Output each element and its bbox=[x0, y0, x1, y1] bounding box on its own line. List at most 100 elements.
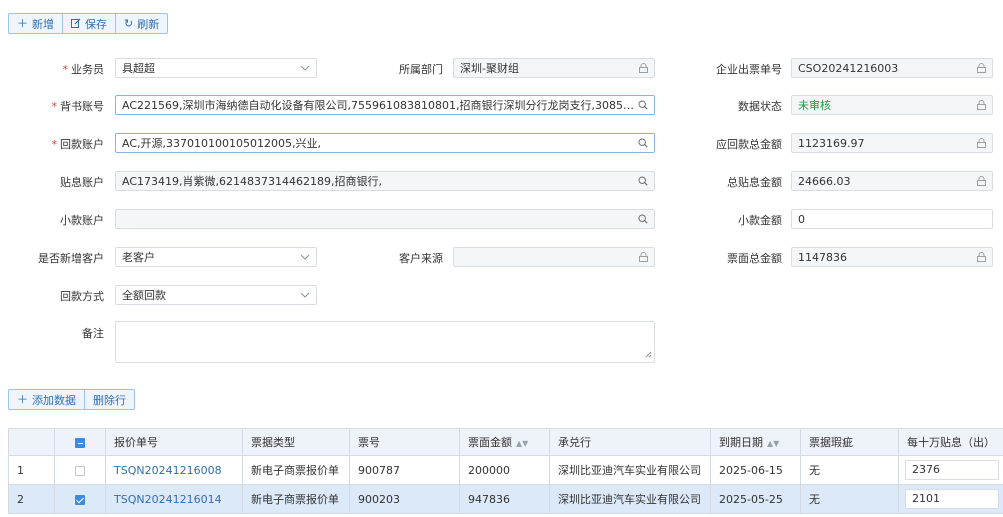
defect-cell: 无 bbox=[800, 455, 899, 485]
lock-icon bbox=[977, 100, 986, 110]
acceptor-cell: 深圳比亚迪汽车实业有限公司 bbox=[549, 484, 711, 514]
index-header bbox=[8, 428, 55, 456]
edit-icon bbox=[71, 18, 81, 30]
row-checkbox[interactable] bbox=[75, 494, 85, 505]
discount-cell: 2376 bbox=[898, 455, 1003, 485]
header-due-date[interactable]: 到期日期 ▲▼ bbox=[710, 428, 801, 456]
discount-account-field[interactable]: AC173419,肖紫微,6214837314462189,招商银行, bbox=[115, 171, 655, 191]
save-button[interactable]: 保存 bbox=[63, 14, 116, 33]
invoice-no-label: 企业出票单号 bbox=[716, 63, 782, 76]
plus-icon: ＋ bbox=[17, 17, 28, 30]
due-date-cell: 2025-05-25 bbox=[710, 484, 801, 514]
header-acceptor: 承兑行 bbox=[549, 428, 711, 456]
sort-icon[interactable]: ▲▼ bbox=[767, 439, 779, 448]
small-amount-label: 小款金额 bbox=[738, 214, 782, 227]
header-defect: 票据瑕疵 bbox=[800, 428, 899, 456]
total-discount-label: 总贴息金额 bbox=[727, 176, 782, 189]
return-account-label: * 回款账户 bbox=[51, 138, 105, 151]
header-bill-type: 票据类型 bbox=[242, 428, 350, 456]
face-amount-cell: 200000 bbox=[459, 455, 550, 485]
discount-cell: 2101 bbox=[898, 484, 1003, 514]
dept-field: 深圳-聚财组 bbox=[453, 58, 655, 78]
new-customer-select[interactable]: 老客户 bbox=[115, 247, 317, 267]
defect-cell: 无 bbox=[800, 484, 899, 514]
discount-input[interactable]: 2376 bbox=[905, 460, 999, 480]
search-icon[interactable] bbox=[638, 176, 648, 186]
bill-no-cell: 900787 bbox=[349, 455, 460, 485]
bill-type-cell: 新电子商票报价单 bbox=[242, 455, 350, 485]
customer-source-label: 客户来源 bbox=[399, 252, 443, 265]
sort-icon[interactable]: ▲▼ bbox=[516, 439, 528, 448]
endorse-account-field[interactable]: AC221569,深圳市海纳德自动化设备有限公司,755961083810801… bbox=[115, 95, 655, 115]
resize-handle-icon[interactable] bbox=[645, 348, 652, 361]
salesman-label: * 业务员 bbox=[62, 63, 105, 76]
remark-textarea[interactable] bbox=[115, 321, 655, 363]
delete-row-button[interactable]: 删除行 bbox=[85, 390, 134, 409]
header-discount-per-100k: 每十万贴息（出） bbox=[898, 428, 1003, 456]
header-quote-no: 报价单号 bbox=[105, 428, 243, 456]
data-status-field: 未审核 bbox=[791, 95, 993, 115]
customer-source-field bbox=[453, 247, 655, 267]
acceptor-cell: 深圳比亚迪汽车实业有限公司 bbox=[549, 455, 711, 485]
lock-icon bbox=[977, 63, 986, 73]
refresh-button[interactable]: ↻ 刷新 bbox=[116, 14, 167, 33]
lock-icon bbox=[977, 176, 986, 186]
row-index: 2 bbox=[8, 484, 55, 514]
discount-input[interactable]: 2101 bbox=[905, 489, 999, 509]
dept-label: 所属部门 bbox=[399, 63, 443, 76]
lock-icon bbox=[977, 138, 986, 148]
total-discount-field: 24666.03 bbox=[791, 171, 993, 191]
add-button[interactable]: ＋新增 bbox=[9, 14, 63, 33]
quote-no-link[interactable]: TSQN20241216008 bbox=[105, 455, 243, 485]
due-date-cell: 2025-06-15 bbox=[710, 455, 801, 485]
search-icon[interactable] bbox=[638, 100, 648, 110]
chevron-down-icon bbox=[300, 254, 310, 260]
receivable-total-field: 1123169.97 bbox=[791, 133, 993, 153]
lock-icon bbox=[977, 252, 986, 262]
grid-header-row: 报价单号 票据类型 票号 票面金额 ▲▼ 承兑行 到期日期 ▲▼ 票据瑕疵 每十万贴… bbox=[8, 428, 1003, 456]
search-icon[interactable] bbox=[638, 138, 648, 148]
form-toolbar: ＋新增 保存 ↻ 刷新 bbox=[8, 13, 169, 34]
data-status-label: 数据状态 bbox=[738, 100, 782, 113]
quote-no-link[interactable]: TSQN20241216014 bbox=[105, 484, 243, 514]
small-amount-input[interactable]: 0 bbox=[791, 209, 993, 229]
salesman-select[interactable]: 具超超 bbox=[115, 58, 317, 78]
table-row[interactable]: 1 TSQN20241216008 新电子商票报价单 900787 200000… bbox=[8, 455, 1003, 485]
discount-account-label: 贴息账户 bbox=[60, 176, 104, 189]
small-account-label: 小款账户 bbox=[60, 214, 104, 227]
receivable-total-label: 应回款总金额 bbox=[716, 138, 782, 151]
row-select-cell[interactable] bbox=[54, 455, 106, 485]
row-select-cell[interactable] bbox=[54, 484, 106, 514]
small-account-field[interactable] bbox=[115, 209, 655, 229]
return-account-field[interactable]: AC,开源,337010100105012005,兴业, bbox=[115, 133, 655, 153]
invoice-no-field: CSO20241216003 bbox=[791, 58, 993, 78]
face-total-label: 票面总金额 bbox=[727, 252, 782, 265]
row-index: 1 bbox=[8, 455, 55, 485]
row-checkbox[interactable] bbox=[75, 465, 85, 476]
header-bill-no: 票号 bbox=[349, 428, 460, 456]
search-icon[interactable] bbox=[638, 214, 648, 224]
chevron-down-icon bbox=[300, 65, 310, 71]
bill-type-cell: 新电子商票报价单 bbox=[242, 484, 350, 514]
select-all-checkbox[interactable] bbox=[75, 437, 85, 448]
plus-icon: ＋ bbox=[17, 393, 28, 406]
lock-icon bbox=[639, 252, 648, 262]
bill-no-cell: 900203 bbox=[349, 484, 460, 514]
add-data-button[interactable]: ＋添加数据 bbox=[9, 390, 85, 409]
face-total-field: 1147836 bbox=[791, 247, 993, 267]
grid-toolbar: ＋添加数据 删除行 bbox=[8, 389, 135, 410]
lock-icon bbox=[639, 63, 648, 73]
table-row[interactable]: 2 TSQN20241216014 新电子商票报价单 900203 947836… bbox=[8, 484, 1003, 514]
quote-grid: 报价单号 票据类型 票号 票面金额 ▲▼ 承兑行 到期日期 ▲▼ 票据瑕疵 每十万贴… bbox=[8, 428, 1003, 514]
remark-label: 备注 bbox=[82, 327, 104, 340]
chevron-down-icon bbox=[300, 292, 310, 298]
refresh-icon: ↻ bbox=[124, 17, 134, 30]
select-all-cell[interactable] bbox=[54, 428, 106, 456]
return-method-select[interactable]: 全额回款 bbox=[115, 285, 317, 305]
return-method-label: 回款方式 bbox=[60, 290, 104, 303]
remark-input[interactable] bbox=[122, 326, 648, 358]
header-face-amount[interactable]: 票面金额 ▲▼ bbox=[459, 428, 550, 456]
face-amount-cell: 947836 bbox=[459, 484, 550, 514]
endorse-account-label: * 背书账号 bbox=[51, 100, 105, 113]
new-customer-label: 是否新增客户 bbox=[38, 252, 104, 265]
